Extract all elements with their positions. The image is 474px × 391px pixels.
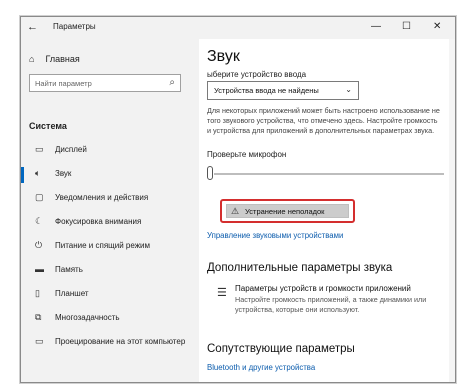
projecting-icon: ▭ [35, 336, 44, 346]
sidebar-item-sound[interactable]: 🔈︎ Звук [21, 163, 199, 187]
window-title: Параметры [53, 22, 96, 31]
page-title: Звук [207, 48, 240, 65]
chevron-down-icon: ⌄ [345, 85, 352, 94]
sidebar-item-multitasking[interactable]: ⧉ Многозадачность [21, 307, 199, 331]
power-icon: ⏻ [35, 240, 43, 250]
minimize-button[interactable]: — [371, 21, 381, 32]
main-content: Звук ыберите устройство ввода Устройства… [199, 39, 455, 382]
sidebar: ⌂ Главная Найти параметр ⌕ Система ▭ Дис… [21, 39, 199, 382]
settings-window: ← Параметры — ☐ ✕ ⌂ Главная Найти параме… [20, 16, 456, 383]
sidebar-item-label: Планшет [55, 289, 89, 298]
section-title: Система [29, 121, 67, 131]
info-text: Для некоторых приложений может быть наст… [207, 106, 440, 135]
search-input[interactable]: Найти параметр ⌕ [29, 74, 181, 92]
choose-input-label: ыберите устройство ввода [207, 70, 307, 79]
sidebar-item-label: Звук [55, 169, 72, 178]
troubleshoot-button[interactable]: ⚠ Устранение неполадок [226, 204, 349, 218]
home-label: Главная [45, 54, 80, 64]
sidebar-item-label: Питание и спящий режим [55, 241, 151, 250]
speaker-icon: 🔈︎ [35, 168, 41, 178]
notifications-icon: ▢ [35, 192, 44, 202]
sidebar-item-notifications[interactable]: ▢ Уведомления и действия [21, 187, 199, 211]
sidebar-item-label: Память [55, 265, 83, 274]
advanced-heading: Дополнительные параметры звука [207, 262, 393, 274]
scrollbar[interactable] [449, 39, 455, 382]
input-device-select[interactable]: Устройства ввода не найдены ⌄ [207, 81, 359, 100]
sidebar-item-power[interactable]: ⏻ Питание и спящий режим [21, 235, 199, 259]
storage-icon: ▬ [35, 264, 44, 274]
close-button[interactable]: ✕ [433, 21, 441, 32]
bluetooth-link[interactable]: Bluetooth и другие устройства [207, 363, 315, 372]
sidebar-item-label: Уведомления и действия [55, 193, 149, 202]
title-bar: ← Параметры — ☐ ✕ [21, 17, 455, 39]
moon-icon: ☾ [35, 216, 44, 226]
sidebar-item-display[interactable]: ▭ Дисплей [21, 139, 199, 163]
sliders-icon: ☰ [217, 287, 227, 299]
warning-icon: ⚠ [231, 206, 240, 216]
manage-devices-link[interactable]: Управление звуковыми устройствами [207, 231, 343, 240]
sidebar-item-label: Дисплей [55, 145, 87, 154]
check-mic-label: Проверьте микрофон [207, 150, 287, 159]
sidebar-item-label: Многозадачность [55, 313, 120, 322]
sidebar-item-label: Фокусировка внимания [55, 217, 142, 226]
maximize-button[interactable]: ☐ [402, 21, 411, 32]
sidebar-nav: ▭ Дисплей 🔈︎ Звук ▢ Уведомления и действ… [21, 139, 199, 355]
troubleshoot-label: Устранение неполадок [245, 207, 325, 216]
app-volume-desc: Настройте громкость приложений, а также … [235, 295, 427, 314]
related-heading: Сопутствующие параметры [207, 343, 355, 355]
sidebar-item-projecting[interactable]: ▭ Проецирование на этот компьютер [21, 331, 199, 355]
home-icon: ⌂ [29, 54, 35, 64]
input-device-value: Устройства ввода не найдены [214, 86, 319, 95]
tablet-icon: ▯ [35, 288, 40, 298]
mic-level-thumb [207, 166, 213, 180]
sidebar-item-storage[interactable]: ▬ Память [21, 259, 199, 283]
display-icon: ▭ [35, 144, 44, 154]
app-volume-title: Параметры устройств и громкости приложен… [235, 284, 411, 293]
sidebar-item-tablet[interactable]: ▯ Планшет [21, 283, 199, 307]
multitasking-icon: ⧉ [35, 312, 42, 322]
sidebar-home[interactable]: ⌂ Главная [29, 54, 80, 64]
search-placeholder: Найти параметр [35, 79, 92, 88]
highlight-frame: ⚠ Устранение неполадок [220, 199, 355, 223]
sidebar-item-focus[interactable]: ☾ Фокусировка внимания [21, 211, 199, 235]
search-icon: ⌕ [169, 77, 175, 88]
mic-level-bar [214, 173, 444, 175]
back-arrow-icon[interactable]: ← [27, 21, 38, 33]
sidebar-item-label: Проецирование на этот компьютер [55, 337, 186, 346]
